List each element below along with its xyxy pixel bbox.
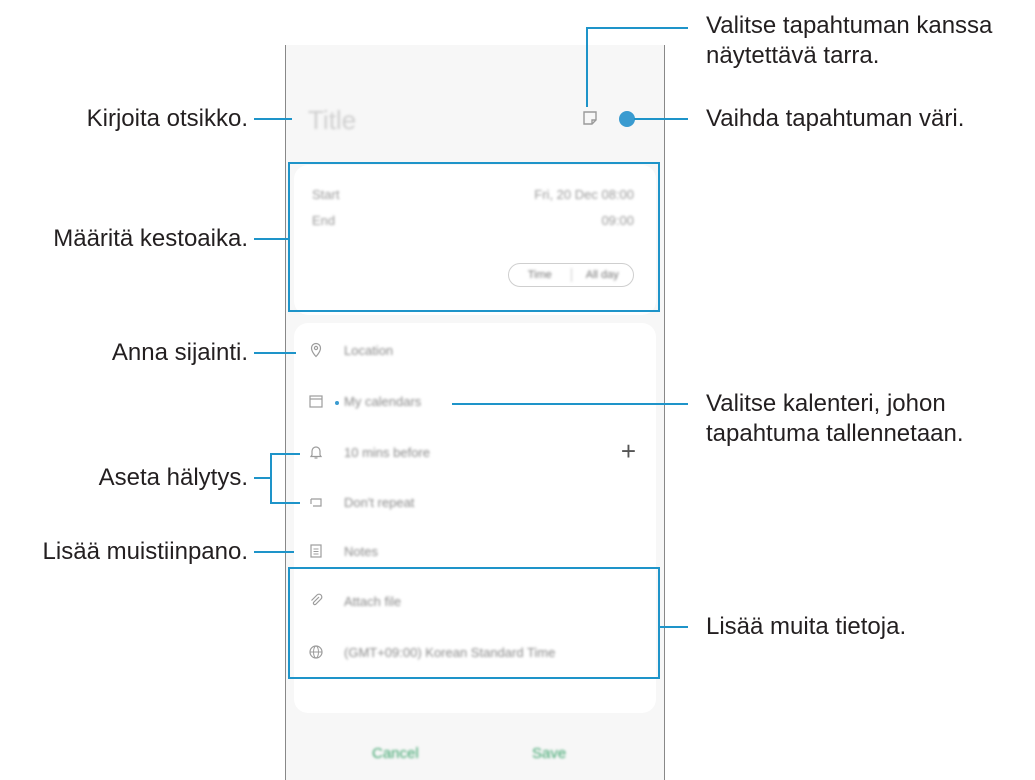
calendar-row[interactable]: My calendars <box>294 382 656 422</box>
callout-sticker-line1: Valitse tapahtuman kanssa <box>706 12 993 39</box>
alarm-connector-bottom <box>270 502 300 504</box>
calendar-connector <box>452 403 688 405</box>
notes-connector <box>254 551 294 553</box>
calendar-color-dot <box>335 401 339 405</box>
alarm-connector-bracket <box>270 453 272 504</box>
event-color-button[interactable] <box>619 111 635 127</box>
duration-connector <box>254 238 288 240</box>
sticker-connector-horizontal <box>586 27 688 29</box>
sticker-connector-vertical <box>586 27 588 107</box>
callout-calendar-line1: Valitse kalenteri, johon <box>706 390 946 417</box>
more-info-highlight <box>288 567 660 679</box>
calendar-label: My calendars <box>344 394 422 409</box>
callout-alarm: Aseta hälytys. <box>98 464 248 491</box>
callout-title: Kirjoita otsikko. <box>86 105 248 132</box>
callout-sticker-line2: näytettävä tarra. <box>706 42 880 69</box>
callout-notes: Lisää muistiinpano. <box>42 538 248 565</box>
repeat-icon <box>310 498 322 507</box>
sticker-icon[interactable] <box>581 109 599 127</box>
alarm-label: 10 mins before <box>344 445 430 460</box>
alarm-row[interactable]: 10 mins before + <box>294 433 656 473</box>
notes-icon <box>310 544 322 558</box>
notes-row[interactable]: Notes <box>294 532 656 572</box>
callout-duration: Määritä kestoaika. <box>53 225 248 252</box>
callout-calendar-line2: tapahtuma tallennetaan. <box>706 420 964 447</box>
location-row[interactable]: Location <box>294 331 656 371</box>
color-connector <box>634 118 688 120</box>
title-input[interactable]: Title <box>308 105 356 136</box>
more-info-connector <box>660 626 688 628</box>
save-button[interactable]: Save <box>532 745 566 762</box>
location-label: Location <box>344 343 394 358</box>
add-alarm-button[interactable]: + <box>621 436 636 467</box>
cancel-button[interactable]: Cancel <box>372 745 419 762</box>
duration-highlight <box>288 162 660 312</box>
bell-icon <box>309 446 323 459</box>
location-connector <box>254 352 296 354</box>
location-pin-icon <box>310 342 322 358</box>
callout-location: Anna sijainti. <box>111 339 248 366</box>
repeat-row[interactable]: Don't repeat <box>294 483 656 523</box>
title-connector <box>254 118 292 120</box>
notes-label: Notes <box>344 544 378 559</box>
callout-more-info: Lisää muita tietoja. <box>706 613 907 640</box>
repeat-label: Don't repeat <box>344 495 415 510</box>
calendar-icon <box>309 395 323 408</box>
alarm-connector-top <box>270 453 300 455</box>
callout-color: Vaihda tapahtuman väri. <box>706 105 965 132</box>
